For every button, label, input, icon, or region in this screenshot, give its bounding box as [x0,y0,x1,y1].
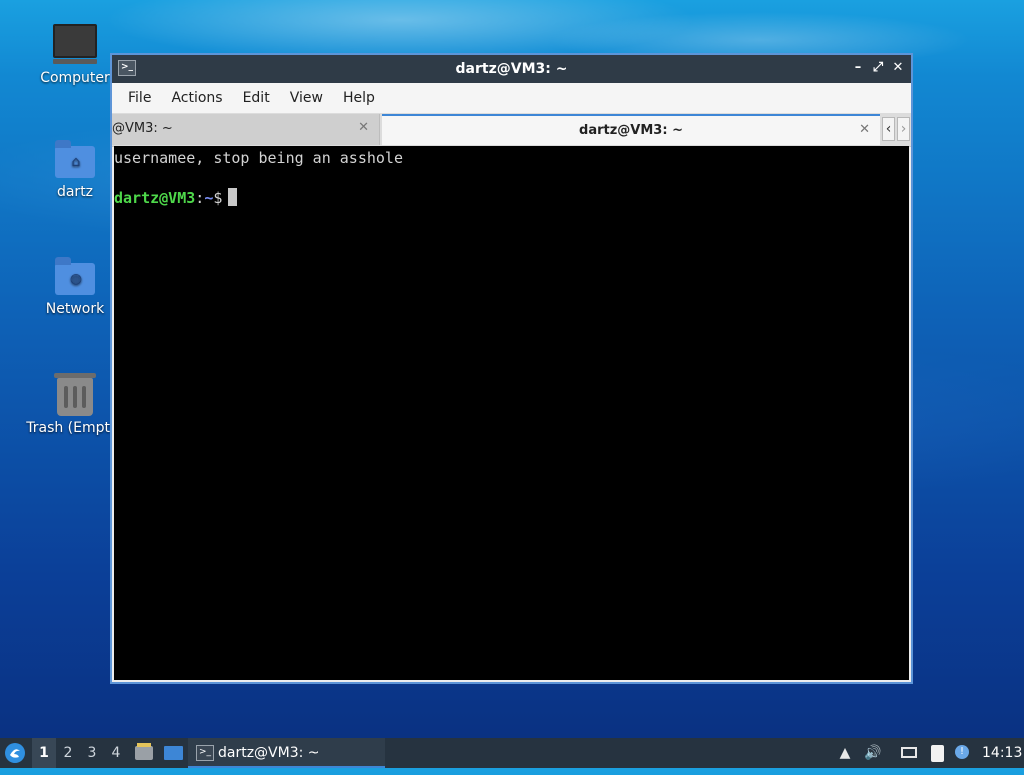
menu-help[interactable]: Help [333,90,385,106]
updates-icon-shape: ! [955,745,969,759]
start-menu-button[interactable] [4,738,28,768]
tray-arrow-icon[interactable]: ▲ [836,744,854,762]
taskbar: 1 2 3 4 >_ dartz@VM3: ~ ▲ 🔊 ! 14:13 [0,738,1024,768]
window-title: dartz@VM3: ~ [455,61,568,77]
prompt-symbol: $ [213,189,223,207]
terminal-icon: >_ [196,745,214,761]
volume-icon[interactable]: 🔊 [864,744,882,762]
text-cursor [228,188,238,206]
tab-label: dartz@VM3: ~ [579,123,683,138]
desktop-icon [164,746,183,760]
terminal-output-line: usernamee, stop being an asshole [114,149,403,167]
clock[interactable]: 14:13 [982,738,1022,768]
clipboard-icon-shape [931,745,944,762]
taskbar-window-terminal[interactable]: >_ dartz@VM3: ~ [188,738,385,768]
menu-view[interactable]: View [280,90,333,106]
menu-actions[interactable]: Actions [161,90,232,106]
file-manager-icon-tab [137,743,151,747]
tab-bar: @VM3: ~ ✕ dartz@VM3: ~ ✕ ‹ › [112,113,911,147]
workspace-4[interactable]: 4 [104,738,128,768]
lxqt-logo-icon [5,743,25,763]
terminal-prompt: dartz@VM3:~$ [114,188,909,208]
file-manager-launcher[interactable] [134,738,154,768]
prompt-path: ~ [204,189,214,207]
home-folder-icon: ⌂ [55,140,95,178]
menu-bar: File Actions Edit View Help [112,83,911,113]
computer-icon [53,24,97,64]
tab-close-icon[interactable]: ✕ [358,120,369,135]
window-titlebar[interactable]: >_ dartz@VM3: ~ – ⤢ ✕ [112,55,911,83]
tab-scroll-left-icon[interactable]: ‹ [882,117,895,141]
terminal-window[interactable]: >_ dartz@VM3: ~ – ⤢ ✕ File Actions Edit … [110,53,913,684]
tab-inactive[interactable]: @VM3: ~ ✕ [112,114,380,145]
prompt-separator: : [195,189,205,207]
network-folder-icon: ◍ [55,257,95,295]
updates-icon[interactable]: ! [954,744,972,762]
menu-edit[interactable]: Edit [233,90,280,106]
network-icon-shape [901,747,917,758]
workspace-3[interactable]: 3 [80,738,104,768]
menu-file[interactable]: File [118,90,161,106]
network-icon[interactable] [900,744,918,762]
trash-icon [54,373,96,416]
close-button[interactable]: ✕ [889,59,907,77]
taskbar-window-label: dartz@VM3: ~ [218,745,320,761]
minimize-button[interactable]: – [849,59,867,77]
clipboard-icon[interactable] [928,744,946,762]
file-manager-icon [135,746,153,760]
terminal-output[interactable]: usernamee, stop being an asshole dartz@V… [114,146,909,680]
workspace-2[interactable]: 2 [56,738,80,768]
tab-scroll-right-icon[interactable]: › [897,117,910,141]
tab-close-icon[interactable]: ✕ [859,122,870,137]
workspace-1[interactable]: 1 [32,738,56,768]
maximize-button[interactable]: ⤢ [869,59,887,77]
prompt-user: dartz@VM3 [114,189,196,207]
tab-label: @VM3: ~ [112,121,173,136]
show-desktop-button[interactable] [162,738,184,768]
tab-active[interactable]: dartz@VM3: ~ ✕ [382,114,880,145]
